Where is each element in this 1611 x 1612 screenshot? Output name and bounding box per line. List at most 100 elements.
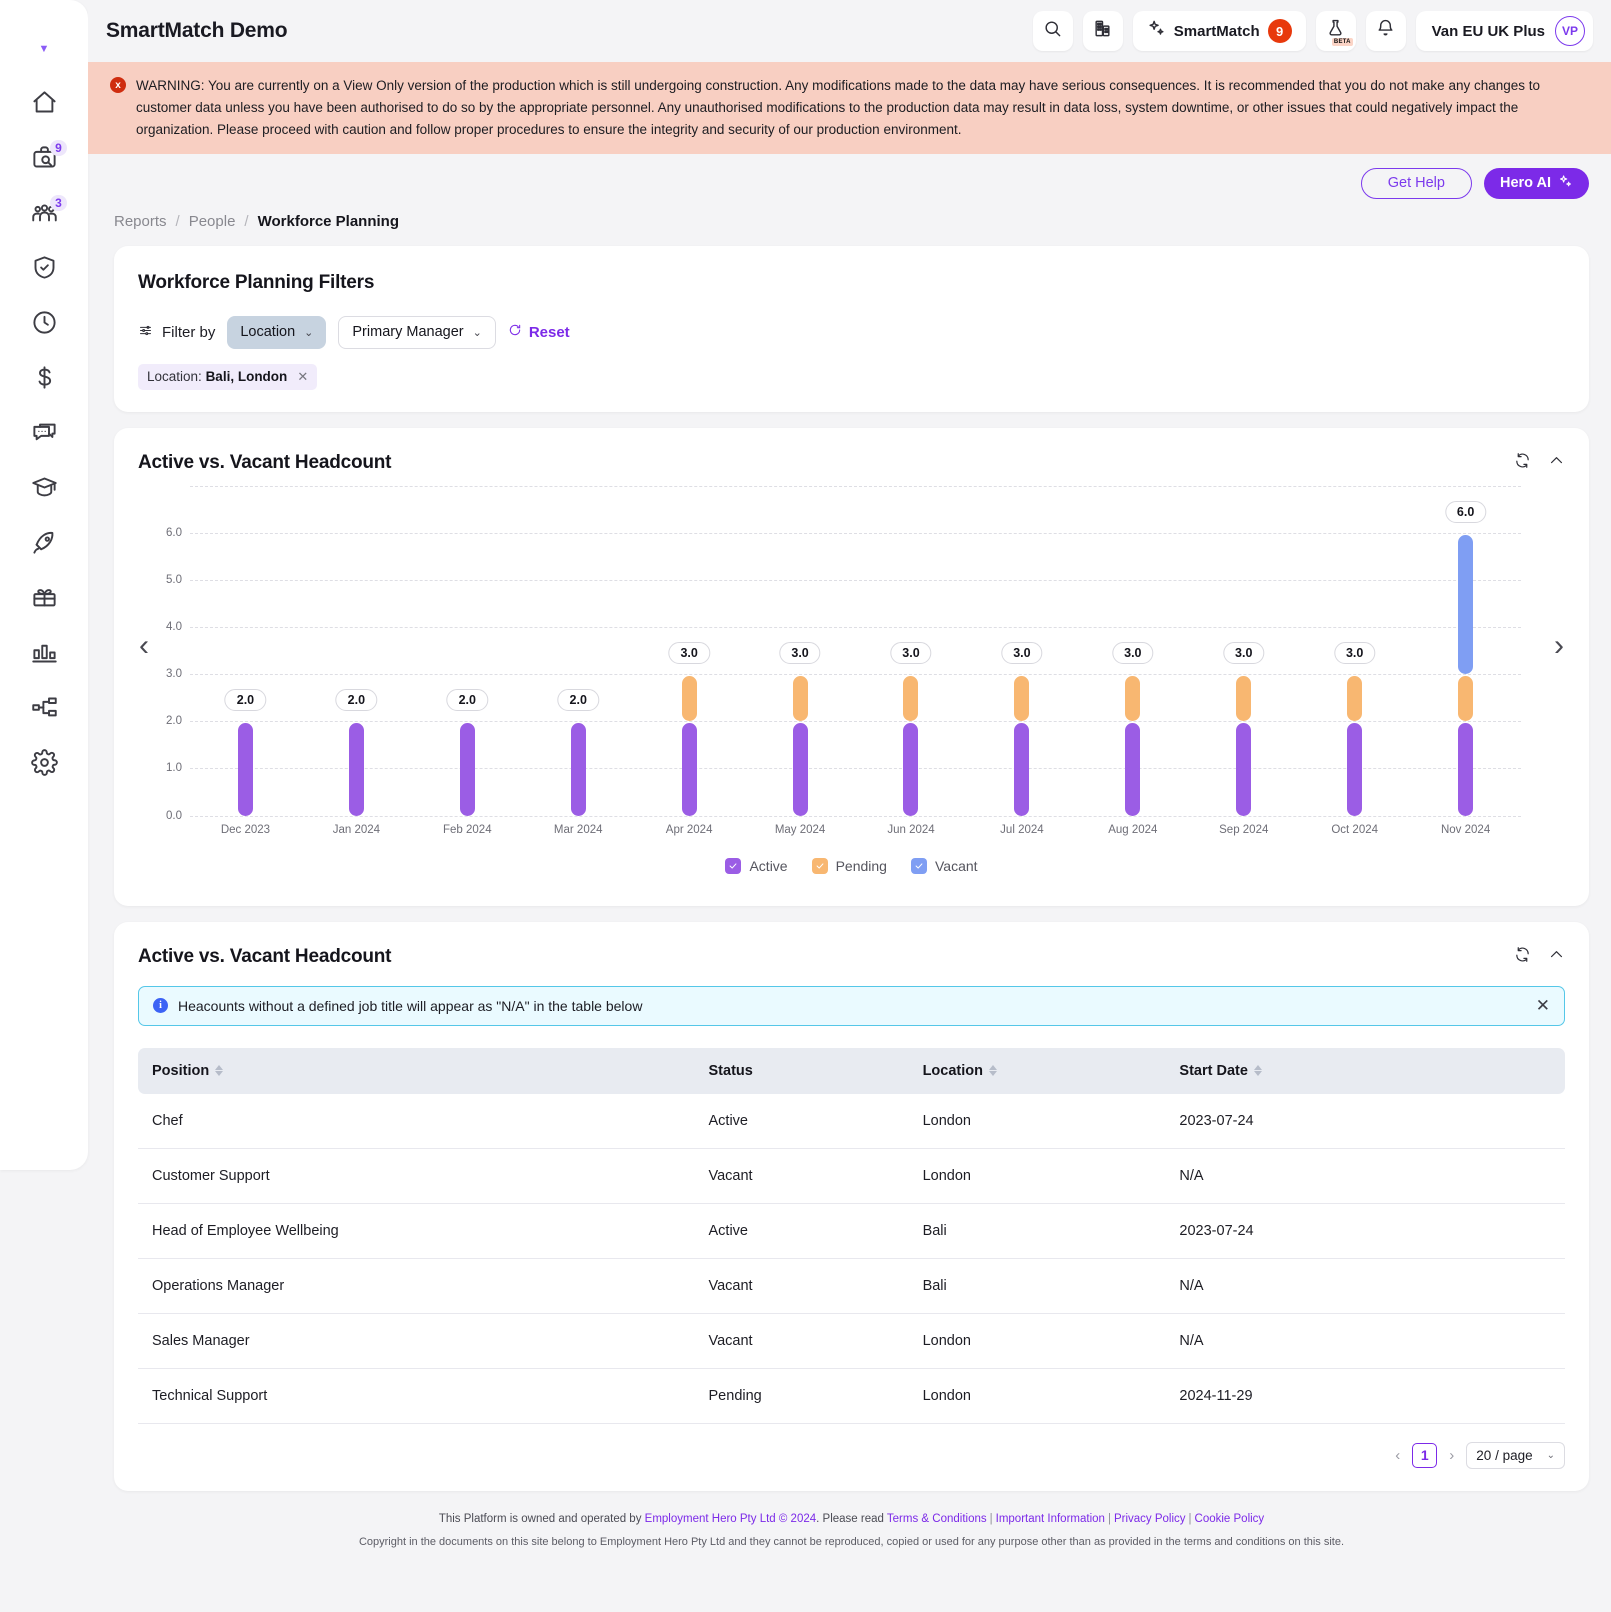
hero-ai-button[interactable]: Hero AI <box>1483 167 1589 199</box>
chart-segment-pending[interactable] <box>1458 676 1474 722</box>
sidebar-item-reports[interactable] <box>0 627 88 682</box>
sidebar-item-org-chart[interactable] <box>0 682 88 737</box>
chart-segment-active[interactable] <box>348 723 364 816</box>
chart-bar-mar-2024[interactable]: 2.0 <box>523 486 634 816</box>
reset-filters-button[interactable]: Reset <box>508 323 570 341</box>
column-header-location[interactable]: Location <box>908 1047 1166 1094</box>
legend-item-vacant[interactable]: Vacant <box>910 857 978 874</box>
sidebar-item-time[interactable] <box>0 297 88 352</box>
refresh-icon[interactable] <box>1514 452 1531 474</box>
footer-link-cookie-policy[interactable]: Cookie Policy <box>1195 1513 1265 1525</box>
checkbox-icon[interactable] <box>725 857 742 874</box>
chart-segment-pending[interactable] <box>1236 676 1252 722</box>
chart-segment-active[interactable] <box>1236 723 1252 816</box>
chart-prev-button[interactable]: ‹ <box>139 630 149 661</box>
chart-bar-aug-2024[interactable]: 3.0 <box>1077 486 1188 816</box>
pagination-page-1[interactable]: 1 <box>1412 1442 1438 1468</box>
column-header-position[interactable]: Position <box>138 1047 695 1094</box>
chart-bar-may-2024[interactable]: 3.0 <box>745 486 856 816</box>
pagination-next[interactable]: › <box>1447 1447 1456 1464</box>
chart-bar-feb-2024[interactable]: 2.0 <box>412 486 523 816</box>
chart-segment-pending[interactable] <box>792 676 808 722</box>
chart-segment-vacant[interactable] <box>1458 534 1474 675</box>
sidebar-collapse-icon[interactable]: ▼ <box>39 44 50 55</box>
table-row[interactable]: Technical Support Pending London 2024-11-29 <box>138 1368 1565 1424</box>
column-header-status[interactable]: Status <box>694 1047 909 1094</box>
user-name: Van EU UK Plus <box>1431 22 1545 40</box>
table-row[interactable]: Head of Employee Wellbeing Active Bali 2023… <box>138 1203 1565 1259</box>
sidebar-item-people[interactable]: 3 <box>0 187 88 242</box>
sort-icon[interactable] <box>215 1065 224 1077</box>
legend-item-active[interactable]: Active <box>725 857 788 874</box>
chart-bar-dec-2023[interactable]: 2.0 <box>190 486 301 816</box>
sidebar-item-home[interactable] <box>0 77 88 132</box>
chart-segment-pending[interactable] <box>903 676 919 722</box>
chart-segment-active[interactable] <box>570 723 586 816</box>
chart-bar-apr-2024[interactable]: 3.0 <box>634 486 745 816</box>
chart-segment-active[interactable] <box>681 723 697 816</box>
chart-bar-sep-2024[interactable]: 3.0 <box>1188 486 1299 816</box>
search-button[interactable] <box>1032 11 1073 51</box>
chart-segment-active[interactable] <box>237 723 253 816</box>
chart-segment-pending[interactable] <box>1125 676 1141 722</box>
close-icon[interactable]: ✕ <box>1536 997 1550 1014</box>
sidebar-item-settings[interactable] <box>0 737 88 792</box>
chart-segment-pending[interactable] <box>1014 676 1030 722</box>
checkbox-icon[interactable] <box>811 857 828 874</box>
organisation-button[interactable] <box>1082 11 1123 51</box>
chart-segment-active[interactable] <box>792 723 808 816</box>
chart-segment-pending[interactable] <box>1347 676 1363 722</box>
pagination-prev[interactable]: ‹ <box>1393 1447 1402 1464</box>
chart-segment-pending[interactable] <box>681 676 697 722</box>
notifications-button[interactable] <box>1365 11 1406 51</box>
beta-lab-button[interactable]: BETA <box>1315 11 1356 51</box>
breadcrumb-reports[interactable]: Reports <box>114 213 167 230</box>
chart-bar-oct-2024[interactable]: 3.0 <box>1299 486 1410 816</box>
chart-segment-active[interactable] <box>1014 723 1030 816</box>
chart-segment-active[interactable] <box>459 723 475 816</box>
filter-chip-location[interactable]: Location: Bali, London ✕ <box>138 363 318 390</box>
filter-primary-manager-dropdown[interactable]: Primary Manager ⌄ <box>338 315 496 349</box>
sidebar-item-feedback[interactable] <box>0 407 88 462</box>
column-header-start-date[interactable]: Start Date <box>1165 1047 1565 1094</box>
sidebar-item-onboarding[interactable] <box>0 517 88 572</box>
chart-segment-active[interactable] <box>1458 723 1474 816</box>
get-help-button[interactable]: Get Help <box>1360 167 1472 199</box>
page-size-select[interactable]: 20 / page ⌄ <box>1466 1441 1565 1469</box>
sidebar-item-recruitment[interactable]: 9 <box>0 132 88 187</box>
chart-segment-active[interactable] <box>1347 723 1363 816</box>
footer-link-important-information[interactable]: Important Information <box>996 1513 1105 1525</box>
legend-item-pending[interactable]: Pending <box>811 857 887 874</box>
table-row[interactable]: Sales Manager Vacant London N/A <box>138 1313 1565 1369</box>
sidebar-item-compliance[interactable] <box>0 242 88 297</box>
chart-bar-jul-2024[interactable]: 3.0 <box>966 486 1077 816</box>
sidebar-item-benefits[interactable] <box>0 572 88 627</box>
cell-location: London <box>908 1313 1166 1369</box>
sort-icon[interactable] <box>988 1065 997 1077</box>
smartmatch-button[interactable]: SmartMatch 9 <box>1132 11 1306 51</box>
chart-next-button[interactable]: › <box>1554 630 1564 661</box>
sidebar-item-learning[interactable] <box>0 462 88 517</box>
sort-icon[interactable] <box>1253 1065 1262 1077</box>
collapse-icon[interactable] <box>1548 452 1565 474</box>
table-row[interactable]: Chef Active London 2023-07-24 <box>138 1093 1565 1149</box>
refresh-icon[interactable] <box>1514 946 1531 968</box>
footer-link-terms[interactable]: Terms & Conditions <box>887 1513 987 1525</box>
chart-bar-jun-2024[interactable]: 3.0 <box>856 486 967 816</box>
chevron-down-icon: ⌄ <box>472 326 482 339</box>
chart-segment-active[interactable] <box>903 723 919 816</box>
chart-segment-active[interactable] <box>1125 723 1141 816</box>
footer-link-owner[interactable]: Employment Hero Pty Ltd © 2024 <box>645 1513 816 1525</box>
footer-link-privacy-policy[interactable]: Privacy Policy <box>1114 1513 1186 1525</box>
sidebar-item-payroll[interactable] <box>0 352 88 407</box>
breadcrumb-people[interactable]: People <box>189 213 236 230</box>
collapse-icon[interactable] <box>1548 946 1565 968</box>
user-menu-button[interactable]: Van EU UK Plus VP <box>1415 11 1593 51</box>
filter-location-dropdown[interactable]: Location ⌄ <box>227 315 327 349</box>
chart-bar-nov-2024[interactable]: 6.0 <box>1410 486 1521 816</box>
table-row[interactable]: Operations Manager Vacant Bali N/A <box>138 1258 1565 1314</box>
table-row[interactable]: Customer Support Vacant London N/A <box>138 1148 1565 1204</box>
close-icon[interactable]: ✕ <box>297 369 308 385</box>
chart-bar-jan-2024[interactable]: 2.0 <box>301 486 412 816</box>
checkbox-icon[interactable] <box>910 857 927 874</box>
